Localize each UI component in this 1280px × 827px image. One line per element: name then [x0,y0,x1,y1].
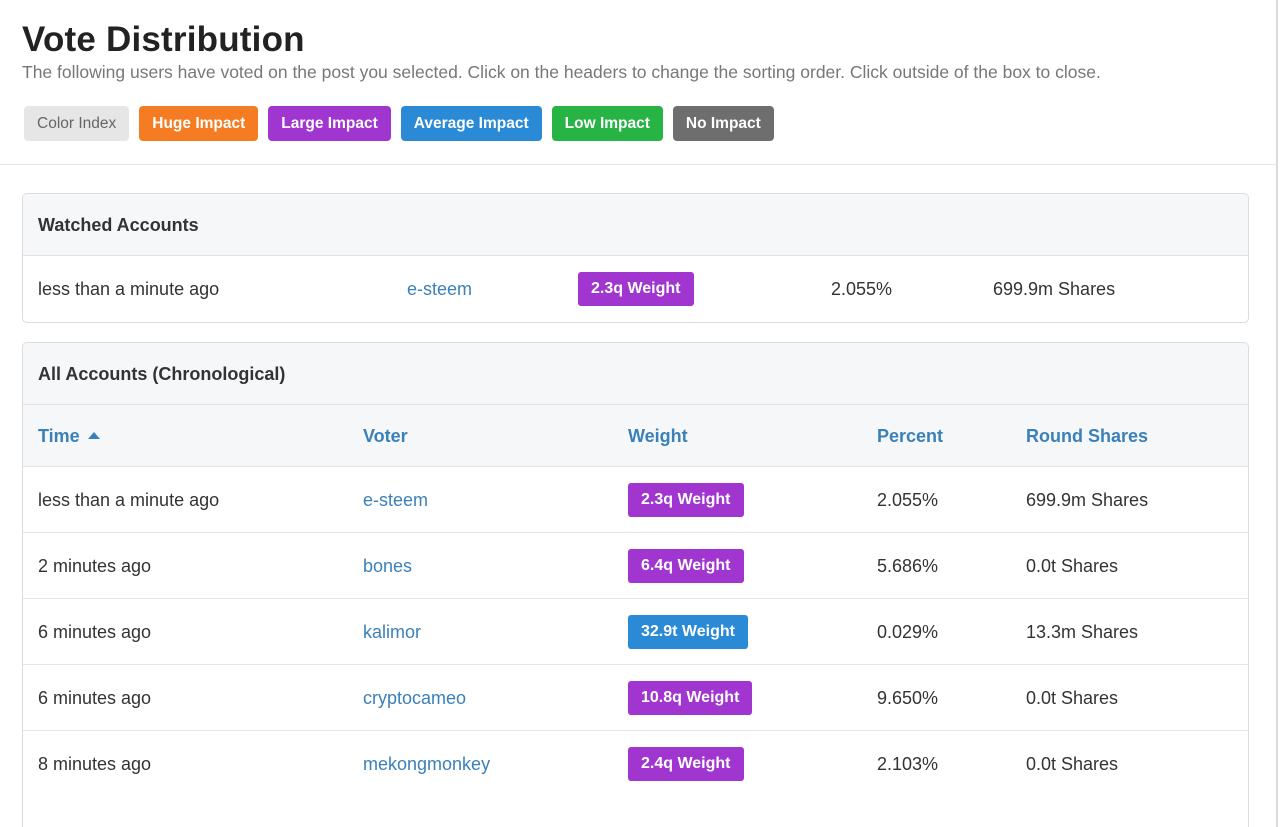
table-row: 6 minutes ago kalimor 32.9t Weight 0.029% 13… [23,599,1248,665]
legend-large-impact: Large Impact [268,106,391,141]
row-percent: 2.103% [877,754,939,774]
row-voter-link[interactable]: mekongmonkey [363,731,490,797]
legend-average-impact: Average Impact [400,106,542,141]
modal-header: Vote Distribution The following users ha… [0,0,1278,165]
row-percent: 9.650% [877,688,939,708]
row-time: 6 minutes ago [38,688,152,708]
row-time: less than a minute ago [38,490,220,510]
row-percent: 0.029% [877,622,939,642]
row-weight-badge: 6.4q Weight [628,549,744,583]
table-header: Time Voter Weight Percent Round Shares [23,405,1248,467]
row-voter-link[interactable]: bones [363,533,412,599]
watched-voter-link[interactable]: e-steem [407,256,472,322]
all-accounts-heading: All Accounts (Chronological) [23,343,1248,405]
row-shares: 699.9m Shares [1026,490,1149,510]
row-shares: 13.3m Shares [1026,622,1139,642]
row-time: 8 minutes ago [38,754,152,774]
vote-table-body: less than a minute ago e-steem 2.3q Weight… [23,467,1248,797]
watched-percent: 2.055% [831,279,893,299]
row-percent: 5.686% [877,556,939,576]
row-weight-badge: 2.4q Weight [628,747,744,781]
row-weight-badge: 10.8q Weight [628,681,753,715]
table-row: 6 minutes ago cryptocameo 10.8q Weight 9.65… [23,665,1248,731]
row-weight-badge: 32.9t Weight [628,615,748,649]
legend-color-index: Color Index [24,106,130,141]
row-time: 2 minutes ago [38,556,152,576]
sort-weight-header[interactable]: Weight [628,405,688,467]
watched-accounts-heading: Watched Accounts [23,194,1248,256]
watched-time: less than a minute ago [38,279,220,299]
row-voter-link[interactable]: cryptocameo [363,665,466,731]
sort-time-header[interactable]: Time [38,405,100,467]
vote-distribution-modal: Vote Distribution The following users ha… [0,0,1278,827]
watched-accounts-panel: Watched Accounts less than a minute ago … [22,193,1249,323]
row-weight-badge: 2.3q Weight [628,483,744,517]
row-voter-link[interactable]: kalimor [363,599,421,665]
impact-color-legend: Color Index Huge Impact Large Impact Ave… [24,106,774,141]
sort-round-shares-header[interactable]: Round Shares [1026,405,1148,467]
sort-percent-header[interactable]: Percent [877,405,943,467]
legend-low-impact: Low Impact [551,106,663,141]
watched-shares: 699.9m Shares [993,279,1116,299]
row-shares: 0.0t Shares [1026,754,1119,774]
legend-no-impact: No Impact [672,106,774,141]
row-shares: 0.0t Shares [1026,688,1119,708]
legend-huge-impact: Huge Impact [139,106,259,141]
time-header-label: Time [38,426,80,446]
watched-weight-badge: 2.3q Weight [578,272,694,306]
all-accounts-panel: All Accounts (Chronological) Time Voter … [22,342,1249,827]
row-time: 6 minutes ago [38,622,152,642]
row-voter-link[interactable]: e-steem [363,467,428,533]
page-subtitle: The following users have voted on the po… [22,62,1101,82]
page-title: Vote Distribution [22,20,305,59]
watched-row: less than a minute ago e-steem 2.3q Weig… [23,256,1248,322]
row-percent: 2.055% [877,490,939,510]
row-shares: 0.0t Shares [1026,556,1119,576]
sort-voter-header[interactable]: Voter [363,405,408,467]
table-row: less than a minute ago e-steem 2.3q Weight… [23,467,1248,533]
table-row: 8 minutes ago mekongmonkey 2.4q Weight 2.10… [23,731,1248,797]
table-row: 2 minutes ago bones 6.4q Weight 5.686% 0.0t … [23,533,1248,599]
sort-ascending-icon [87,432,100,439]
